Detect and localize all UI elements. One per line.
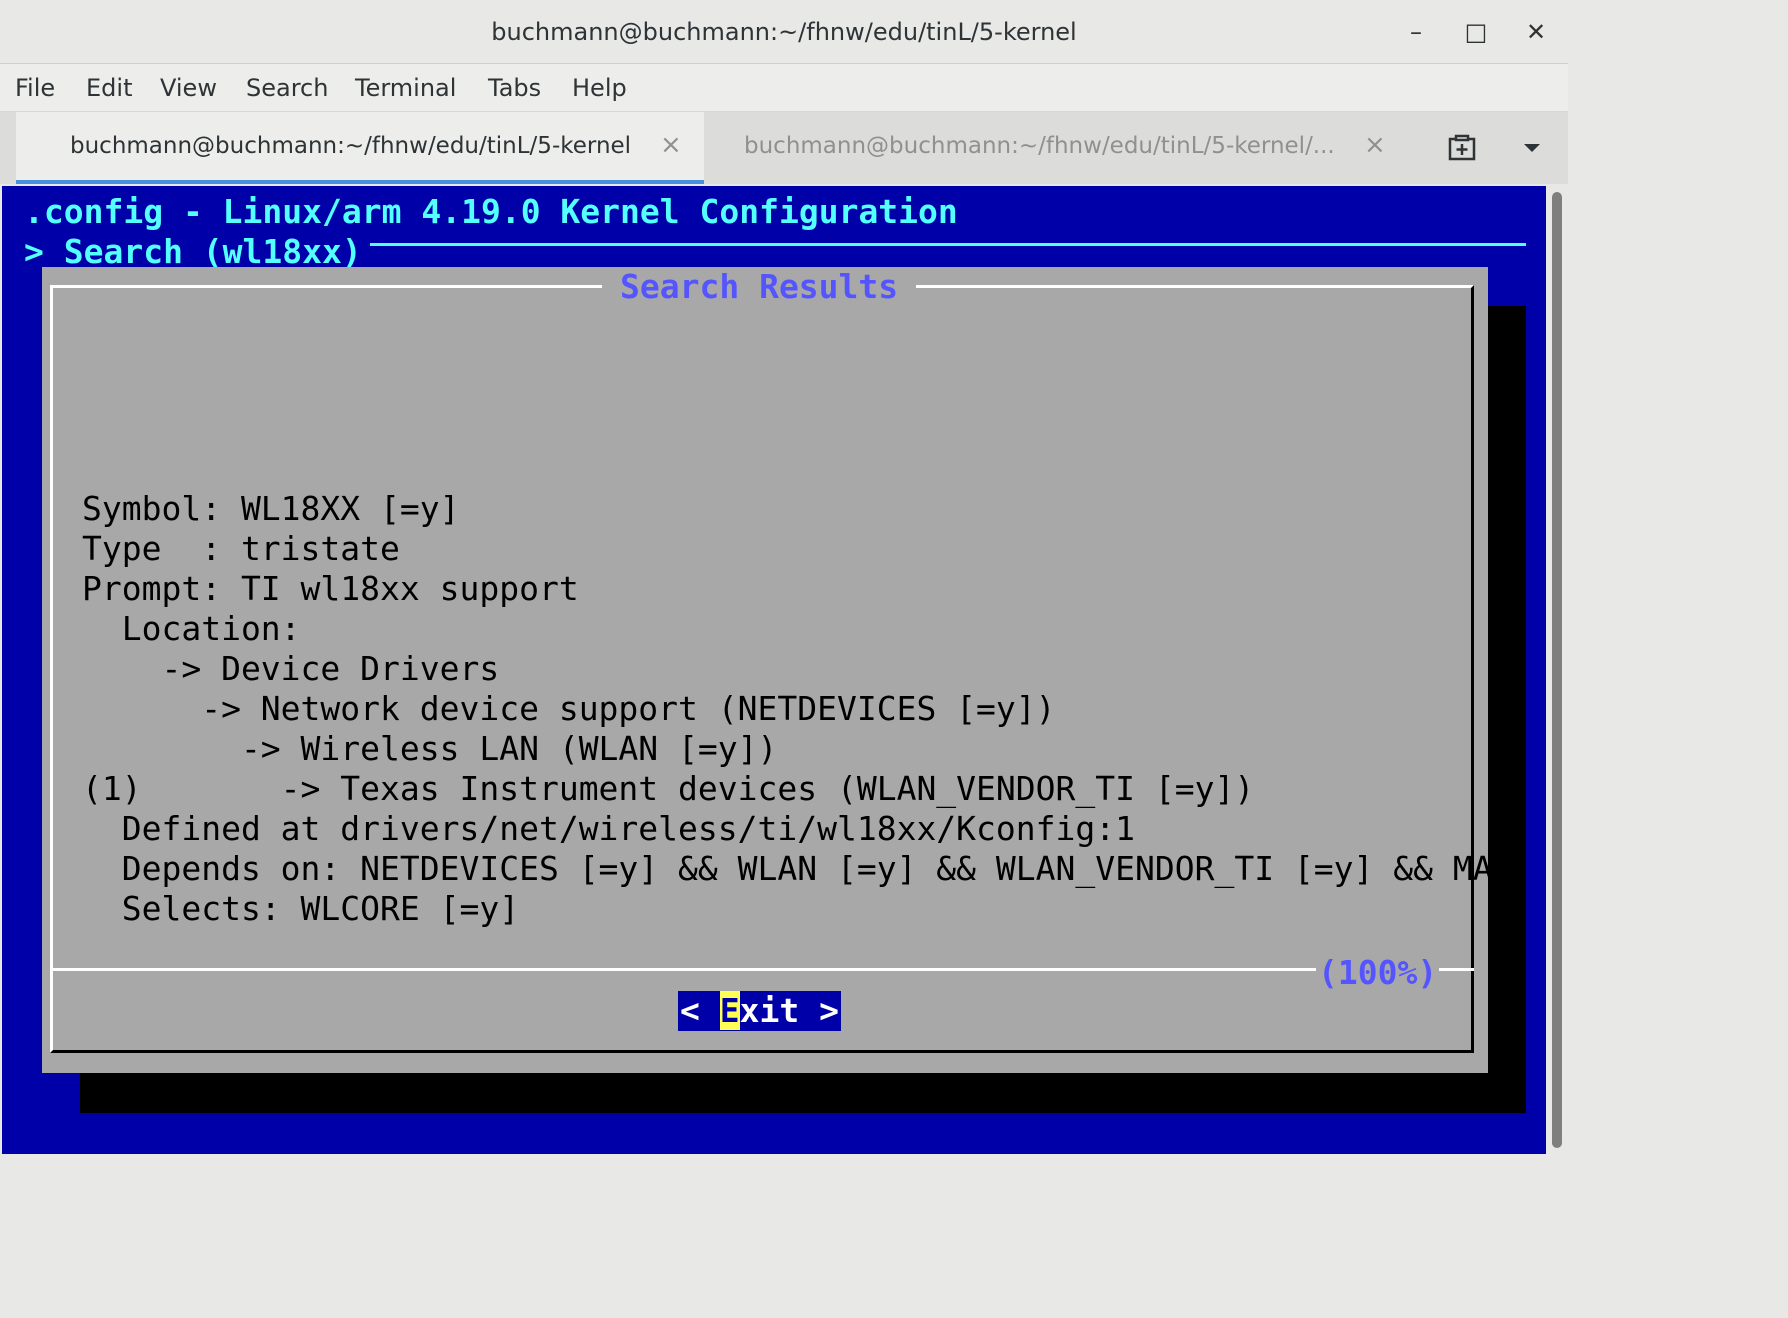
tab-bar: buchmann@buchmann:~/fhnw/edu/tinL/5-kern… — [0, 112, 1568, 184]
tab-2-label: buchmann@buchmann:~/fhnw/edu/tinL/5-kern… — [744, 133, 1335, 159]
result-line: Prompt: TI wl18xx support — [82, 569, 579, 608]
result-line: Selects: WLCORE [=y] — [82, 889, 520, 928]
terminal-area[interactable]: .config - Linux/arm 4.19.0 Kernel Config… — [2, 186, 1546, 1154]
search-breadcrumb: > Search (wl18xx) — [24, 232, 362, 271]
result-line: Defined at drivers/net/wireless/ti/wl18x… — [82, 809, 1135, 848]
menu-edit[interactable]: Edit — [86, 74, 132, 102]
tab-2-close-icon[interactable]: × — [1364, 130, 1386, 160]
exit-button-rest: xit > — [739, 991, 839, 1030]
menu-view[interactable]: View — [160, 74, 217, 102]
maximize-icon: □ — [1464, 18, 1488, 46]
exit-hotkey: E — [719, 991, 740, 1030]
config-header: .config - Linux/arm 4.19.0 Kernel Config… — [24, 192, 958, 231]
result-line[interactable]: (1) -> Texas Instrument devices (WLAN_VE… — [82, 769, 1254, 808]
search-results-dialog: Search Results Symbol: WL18XX [=y] Type … — [42, 267, 1493, 1073]
menu-file[interactable]: File — [15, 74, 55, 102]
result-line: Type : tristate — [82, 529, 400, 568]
dialog-separator — [50, 968, 1474, 971]
result-line: -> Wireless LAN (WLAN [=y]) — [82, 729, 778, 768]
exit-button[interactable]: < Exit > — [678, 991, 841, 1031]
menu-bar: File Edit View Search Terminal Tabs Help — [0, 64, 1568, 112]
scrollbar-thumb[interactable] — [1552, 192, 1562, 1148]
result-line: Depends on: NETDEVICES [=y] && WLAN [=y]… — [82, 849, 1493, 888]
menu-tabs[interactable]: Tabs — [488, 74, 541, 102]
header-divider — [370, 243, 1526, 246]
result-line: Symbol: WL18XX [=y] — [82, 489, 460, 528]
close-window-button[interactable]: ✕ — [1518, 14, 1554, 50]
window-title: buchmann@buchmann:~/fhnw/edu/tinL/5-kern… — [491, 18, 1077, 46]
chevron-down-icon — [1524, 144, 1540, 152]
result-line: Location: — [82, 609, 301, 648]
menu-help[interactable]: Help — [572, 74, 627, 102]
new-tab-button[interactable] — [1444, 130, 1480, 166]
tab-menu-button[interactable] — [1514, 130, 1550, 166]
title-bar: buchmann@buchmann:~/fhnw/edu/tinL/5-kern… — [0, 0, 1568, 64]
new-tab-icon — [1448, 134, 1476, 161]
menu-search[interactable]: Search — [246, 74, 328, 102]
tab-2[interactable]: buchmann@buchmann:~/fhnw/edu/tinL/5-kern… — [706, 112, 1394, 184]
scroll-percent: (100%) — [1316, 953, 1440, 992]
maximize-button[interactable]: □ — [1458, 14, 1494, 50]
tab-1[interactable]: buchmann@buchmann:~/fhnw/edu/tinL/5-kern… — [16, 112, 704, 184]
menu-terminal[interactable]: Terminal — [355, 74, 456, 102]
result-line: -> Device Drivers — [82, 649, 500, 688]
exit-button-left: < — [680, 991, 720, 1030]
tab-1-label: buchmann@buchmann:~/fhnw/edu/tinL/5-kern… — [70, 133, 632, 159]
close-icon: ✕ — [1525, 18, 1547, 46]
result-line: -> Network device support (NETDEVICES [=… — [82, 689, 1056, 728]
tab-1-close-icon[interactable]: × — [660, 130, 682, 160]
dialog-title: Search Results — [602, 267, 917, 306]
minimize-icon: – — [1410, 18, 1422, 46]
minimize-button[interactable]: – — [1398, 14, 1434, 50]
